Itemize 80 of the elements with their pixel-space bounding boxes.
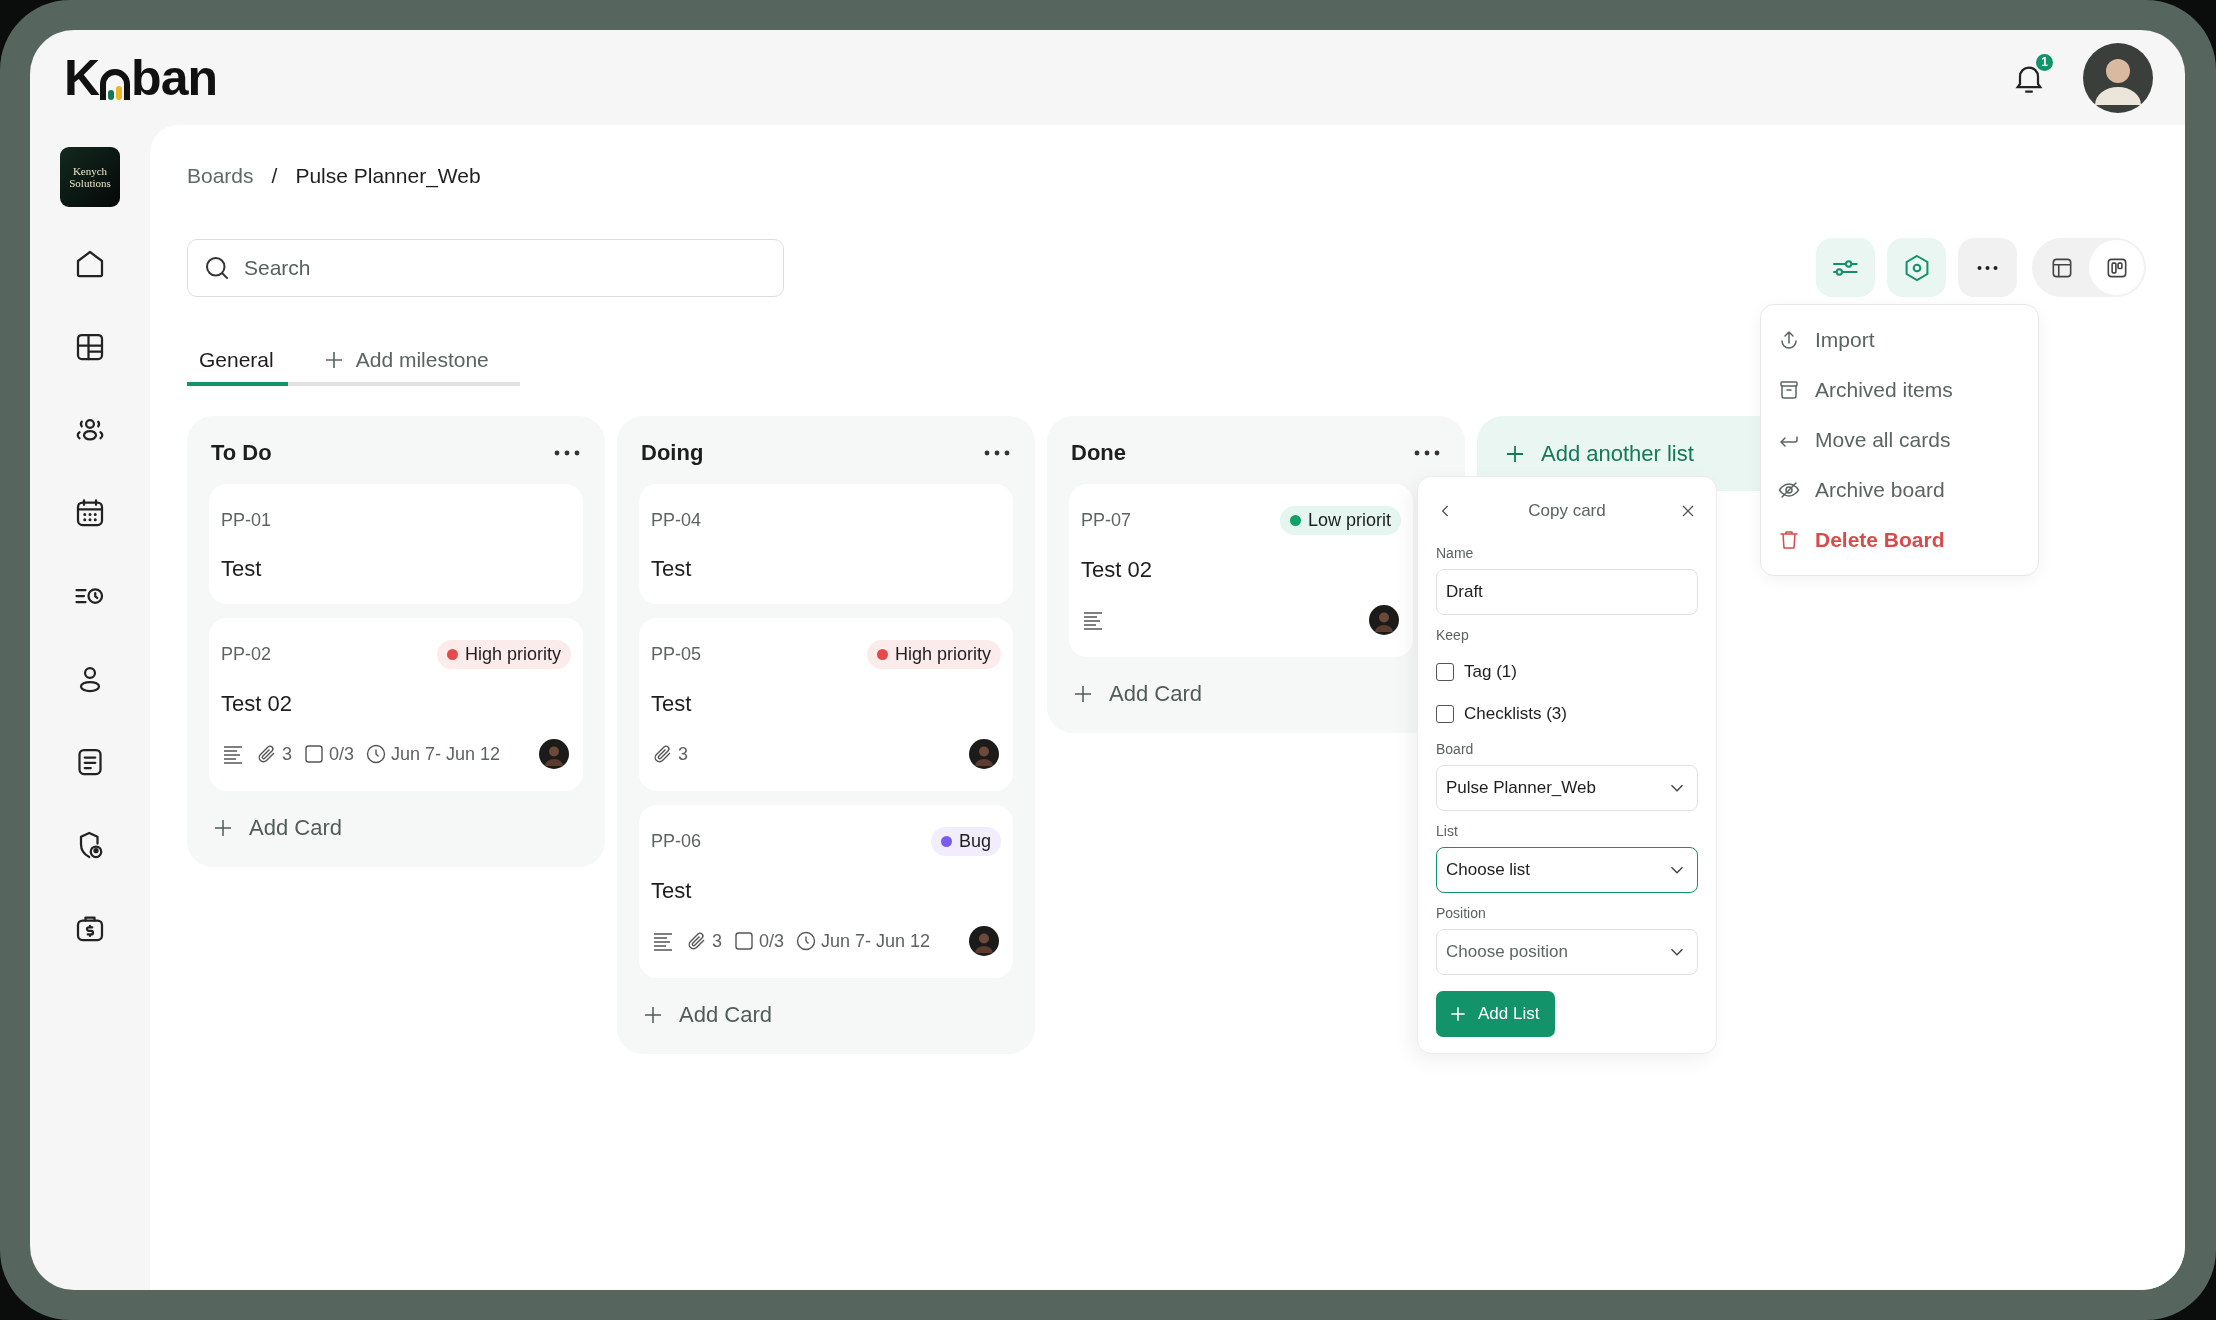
checkbox[interactable]	[1436, 705, 1454, 723]
task-card[interactable]: PP-06 Bug Test 3 0/3 Jun 7- Jun 12	[639, 805, 1013, 978]
card-id: PP-04	[651, 509, 702, 531]
card-id: PP-06	[651, 831, 702, 852]
menu-item[interactable]: Archived items	[1769, 365, 2030, 415]
attachment-count: 3	[678, 743, 688, 765]
board-view-button[interactable]	[2089, 240, 2144, 295]
tag-label: Low priorit	[1279, 506, 1401, 535]
menu-item[interactable]: Delete Board	[1769, 515, 2030, 565]
assignee-avatar[interactable]	[969, 739, 999, 769]
card-id: PP-07	[1081, 510, 1132, 531]
dropdown-field[interactable]: Choose position	[1436, 929, 1698, 975]
name-input[interactable]: Draft	[1436, 569, 1698, 615]
checklist-count: 0/3	[759, 930, 785, 952]
task-card[interactable]: PP-04 Test	[639, 484, 1013, 604]
tag-label: Bug	[930, 827, 1001, 856]
breadcrumb-link[interactable]: Pulse Planner_Web	[295, 164, 481, 188]
task-card[interactable]: PP-01 Test	[209, 484, 583, 604]
more-icon[interactable]	[1413, 449, 1441, 457]
checkbox-label: Checklists (3)	[1464, 704, 1567, 724]
filter-button[interactable]	[1816, 238, 1875, 297]
search-field[interactable]: Search	[187, 238, 784, 297]
profile-avatar[interactable]	[2083, 42, 2153, 113]
tag-label: High priority	[866, 640, 1001, 669]
board-tab[interactable]: General	[187, 340, 288, 386]
card-title: Test	[651, 878, 693, 904]
task-card[interactable]: PP-05 High priority Test 3	[639, 618, 1013, 791]
assignee-avatar[interactable]	[1369, 605, 1399, 635]
add-card-button[interactable]: Add Card	[209, 805, 344, 841]
card-id: PP-05	[651, 644, 702, 665]
add-card-button[interactable]: Add Card	[1069, 671, 1204, 707]
checkbox-icon	[732, 929, 756, 953]
checkbox[interactable]	[1436, 663, 1454, 681]
assignee-avatar[interactable]	[969, 926, 999, 956]
field-label: Board	[1436, 741, 1475, 757]
add-milestone-tab[interactable]: Add milestone	[309, 340, 501, 386]
task-card[interactable]: PP-02 High priority Test 02 3 0/3 Jun 7- Jun 12	[209, 618, 583, 791]
due-dates: Jun 7- Jun 12	[391, 743, 501, 765]
dropdown-field[interactable]: Choose list	[1436, 847, 1698, 893]
notification-badge: 1	[2036, 53, 2053, 71]
card-id: PP-02	[221, 644, 272, 665]
field-label: Position	[1436, 905, 1487, 921]
due-dates: Jun 7- Jun 12	[821, 930, 931, 952]
breadcrumb-link[interactable]: Boards	[187, 164, 254, 188]
tag-label: High priority	[436, 640, 571, 669]
popup-title: Copy card	[1528, 501, 1606, 521]
card-title: Test 02	[221, 691, 293, 717]
add-card-button[interactable]: Add Card	[639, 992, 774, 1028]
more-icon[interactable]	[553, 449, 581, 457]
field-label: Keep	[1436, 627, 1470, 643]
breadcrumb-separator: /	[271, 164, 278, 188]
card-title: Test	[651, 556, 693, 582]
list-title: To Do	[211, 440, 272, 466]
archive-box-icon	[1777, 378, 1801, 402]
field-label: List	[1436, 823, 1459, 839]
card-title: Test	[651, 691, 693, 717]
checklist-count: 0/3	[329, 743, 355, 765]
checkbox-label: Tag (1)	[1464, 662, 1517, 682]
card-title: Test 02	[1081, 557, 1153, 583]
settings-button[interactable]	[1887, 238, 1946, 297]
checkbox-icon	[302, 742, 326, 766]
plus-icon	[1448, 1004, 1468, 1024]
trash-icon	[1777, 528, 1801, 552]
more-icon	[1977, 265, 1998, 270]
workspace-logo[interactable]: Kenych Solutions	[60, 147, 120, 207]
menu-item[interactable]: Import	[1769, 315, 2030, 365]
card-title: Test	[221, 556, 263, 582]
add-list-submit-button[interactable]: Add List	[1436, 991, 1556, 1037]
attachment-count: 3	[282, 743, 292, 765]
assignee-avatar[interactable]	[539, 739, 569, 769]
attachment-count: 3	[712, 930, 722, 952]
app-logo: K ban	[64, 52, 217, 103]
dropdown-field[interactable]: Pulse Planner_Web	[1436, 765, 1698, 811]
task-card[interactable]: PP-07 Low priorit Test 02	[1069, 484, 1413, 657]
search-input[interactable]: Search	[242, 254, 769, 281]
card-id: PP-01	[221, 509, 272, 531]
more-icon[interactable]	[983, 449, 1011, 457]
list-title: Done	[1071, 440, 1126, 466]
list-title: Doing	[641, 440, 704, 466]
field-label: Name	[1436, 545, 1475, 561]
